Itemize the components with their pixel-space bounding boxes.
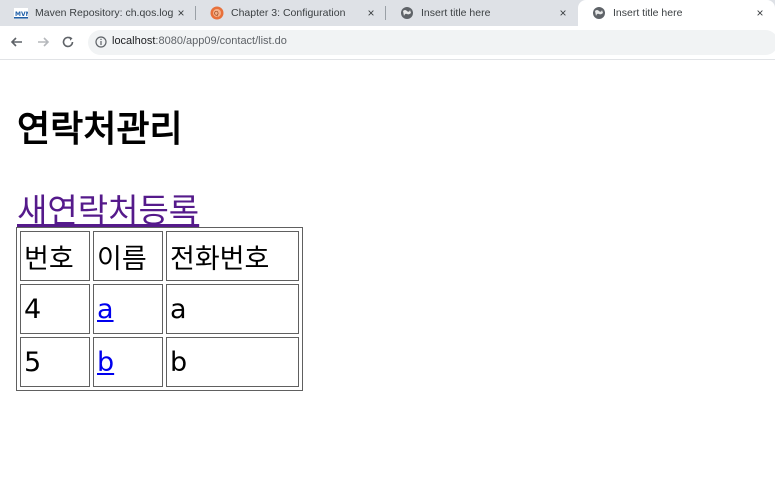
reload-button[interactable] xyxy=(60,34,76,50)
contact-name-link[interactable]: a xyxy=(97,294,114,325)
tab-title: Insert title here xyxy=(421,7,491,19)
reload-icon xyxy=(62,36,74,48)
svg-text:Q: Q xyxy=(214,11,219,18)
arrow-right-icon xyxy=(38,37,50,47)
cell-phone: b xyxy=(166,337,299,387)
new-contact-link[interactable]: 새연락처등록 xyxy=(17,184,199,232)
table-row: 4 a a xyxy=(20,284,299,334)
url-path: :8080/app09/contact/list.do xyxy=(155,35,287,47)
arrow-left-icon xyxy=(10,37,22,47)
qos-logback-icon: Q xyxy=(210,6,224,20)
contact-name-link[interactable]: b xyxy=(97,347,114,378)
cell-number: 5 xyxy=(20,337,90,387)
url-text: localhost:8080/app09/contact/list.do xyxy=(112,35,287,47)
page-content: 연락처관리 새연락처등록 번호 이름 전화번호 4 a a 5 b b xyxy=(0,60,775,481)
cell-number: 4 xyxy=(20,284,90,334)
tab-insert-title-1[interactable]: Insert title here × xyxy=(386,0,578,26)
maven-icon: MVN xyxy=(14,8,28,19)
url-host: localhost xyxy=(112,35,156,47)
tab-title: Insert title here xyxy=(613,7,683,19)
info-icon[interactable] xyxy=(95,36,107,48)
tab-strip: MVN Maven Repository: ch.qos.logb × Q Ch… xyxy=(0,0,775,26)
table-row: 5 b b xyxy=(20,337,299,387)
close-icon[interactable]: × xyxy=(556,6,570,20)
tab-title: Chapter 3: Configuration xyxy=(231,7,346,19)
tab-title: Maven Repository: ch.qos.logb xyxy=(35,7,174,19)
forward-button[interactable] xyxy=(35,34,51,50)
page-title: 연락처관리 xyxy=(17,109,183,150)
tab-chapter-3[interactable]: Q Chapter 3: Configuration × xyxy=(196,0,386,26)
column-header-phone: 전화번호 xyxy=(166,231,299,281)
cell-name: a xyxy=(93,284,163,334)
close-icon[interactable]: × xyxy=(364,6,378,20)
close-icon[interactable]: × xyxy=(753,6,767,20)
address-bar[interactable]: localhost:8080/app09/contact/list.do xyxy=(88,30,775,55)
cell-phone: a xyxy=(166,284,299,334)
svg-text:MVN: MVN xyxy=(15,11,28,18)
tab-insert-title-2[interactable]: Insert title here × xyxy=(578,0,775,26)
table-header-row: 번호 이름 전화번호 xyxy=(20,231,299,281)
globe-icon xyxy=(401,7,413,19)
cell-name: b xyxy=(93,337,163,387)
browser-toolbar: localhost:8080/app09/contact/list.do xyxy=(0,26,775,60)
globe-icon xyxy=(593,7,605,19)
back-button[interactable] xyxy=(9,34,25,50)
column-header-number: 번호 xyxy=(20,231,90,281)
tab-maven-repository[interactable]: MVN Maven Repository: ch.qos.logb × xyxy=(0,0,196,26)
contacts-table: 번호 이름 전화번호 4 a a 5 b b xyxy=(16,227,303,391)
column-header-name: 이름 xyxy=(93,231,163,281)
close-icon[interactable]: × xyxy=(174,6,188,20)
